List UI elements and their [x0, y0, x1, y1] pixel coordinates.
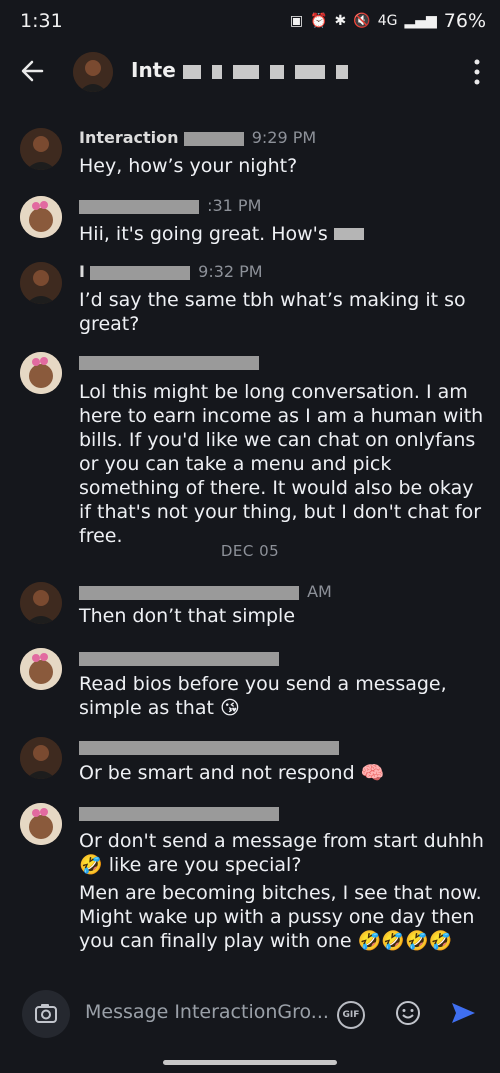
message-text: Read bios before you send a message, sim…	[79, 673, 447, 719]
message-time: 9:29 PM	[251, 128, 317, 147]
message-composer: Message InteractionGro... GIF	[0, 985, 500, 1043]
chat-header: Inte	[0, 44, 500, 100]
blur-block	[232, 64, 259, 79]
chat-title-text: Inte	[131, 58, 176, 82]
date-separator: DEC 05	[220, 542, 280, 560]
message-text: Or be smart and not respond 🧠	[79, 762, 385, 784]
message-meta: :31 PM	[79, 196, 261, 215]
blur-block	[269, 64, 284, 79]
sender-name: Interaction	[79, 128, 179, 147]
blur-block	[79, 651, 279, 666]
message-text: Lol this might be long conversation. I a…	[79, 381, 484, 547]
status-time: 1:31	[20, 10, 63, 32]
network-type: 4G	[377, 13, 398, 29]
avatar[interactable]	[20, 582, 62, 624]
home-indicator	[163, 1060, 337, 1065]
send-icon[interactable]	[449, 999, 477, 1027]
sender-name: I	[79, 262, 85, 281]
blur-block	[211, 64, 222, 79]
cartoon-avatar-icon	[20, 803, 62, 845]
chat-title[interactable]: Inte	[131, 58, 381, 82]
cartoon-avatar-icon	[20, 648, 62, 690]
bluetooth-icon: ✱	[334, 13, 347, 29]
person-avatar-icon	[20, 582, 62, 624]
emoji-icon[interactable]	[395, 1000, 421, 1026]
blur-block	[79, 806, 279, 821]
message-input[interactable]: Message InteractionGro...	[85, 1001, 329, 1023]
message-text: Hey, how’s your night?	[79, 155, 298, 177]
alarm-icon: ⏰	[310, 13, 328, 29]
blur-block	[90, 265, 191, 280]
camera-icon	[35, 1004, 57, 1023]
blur-block	[79, 740, 339, 755]
person-avatar-icon	[20, 737, 62, 779]
blur-block	[79, 355, 259, 370]
more-options-icon[interactable]	[472, 58, 482, 86]
message-time: 9:32 PM	[198, 262, 263, 281]
person-avatar-icon	[73, 52, 113, 92]
avatar[interactable]	[20, 196, 62, 238]
mute-icon: 🔇	[353, 13, 371, 29]
message-text: Hii, it's going great. How's	[79, 222, 489, 246]
gif-button[interactable]: GIF	[337, 1001, 365, 1029]
avatar[interactable]	[20, 648, 62, 690]
message-meta: Interaction 9:29 PM	[79, 128, 316, 147]
avatar[interactable]	[20, 737, 62, 779]
avatar[interactable]	[20, 128, 62, 170]
message-time: :31 PM	[207, 196, 262, 215]
message-text: Or don't send a message from start duhhh…	[79, 830, 484, 876]
battery-saver-icon: ▣	[289, 13, 304, 29]
avatar[interactable]	[20, 352, 62, 394]
message-meta	[79, 352, 262, 371]
avatar[interactable]	[20, 803, 62, 845]
blur-block	[79, 585, 299, 600]
blur-block	[335, 64, 348, 79]
message-text: Then don’t that simple	[79, 605, 296, 627]
message-meta: AM	[79, 582, 332, 601]
message-text: Men are becoming bitches, I see that now…	[79, 882, 482, 952]
message-meta	[79, 648, 282, 667]
status-icons: ▣ ⏰ ✱ 🔇 4G ▂▄▆ 76%	[290, 10, 486, 32]
back-arrow-icon[interactable]	[16, 54, 50, 88]
cartoon-avatar-icon	[20, 196, 62, 238]
blur-block	[333, 228, 364, 240]
status-bar: 1:31 ▣ ⏰ ✱ 🔇 4G ▂▄▆ 76%	[0, 0, 500, 44]
message-text: I’d say the same tbh what’s making it so…	[79, 289, 466, 335]
message-meta: I 9:32 PM	[79, 262, 263, 281]
message-meta	[79, 737, 342, 756]
message-text-content: Hii, it's going great. How's	[79, 223, 328, 245]
person-avatar-icon	[20, 262, 62, 304]
battery-level: 76%	[443, 10, 486, 32]
camera-button[interactable]	[22, 990, 70, 1038]
avatar[interactable]	[20, 262, 62, 304]
blur-block	[79, 199, 199, 214]
cartoon-avatar-icon	[20, 352, 62, 394]
signal-icon: ▂▄▆	[404, 13, 437, 29]
blur-block	[183, 131, 244, 146]
person-avatar-icon	[20, 128, 62, 170]
blur-block	[182, 64, 201, 79]
header-avatar[interactable]	[73, 52, 113, 92]
message-time: AM	[307, 582, 332, 601]
blur-block	[294, 64, 325, 79]
message-meta	[79, 803, 282, 822]
